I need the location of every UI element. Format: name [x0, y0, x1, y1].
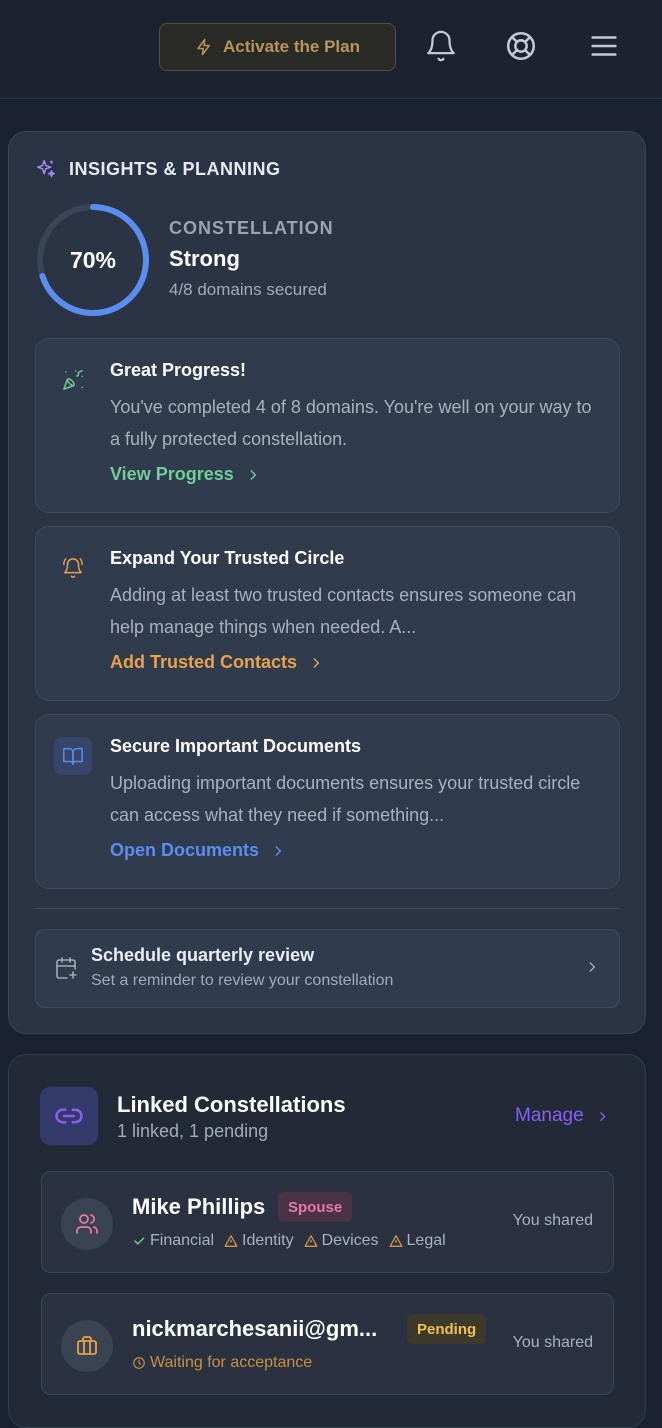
- tip-card-trusted-circle: Expand Your Trusted Circle Adding at lea…: [35, 526, 620, 701]
- domain-status: Devices: [304, 1232, 379, 1250]
- help-button[interactable]: [501, 26, 541, 66]
- manage-label: Manage: [515, 1105, 584, 1126]
- activate-plan-button[interactable]: Activate the Plan: [159, 23, 396, 71]
- tip-body: Adding at least two trusted contacts ens…: [110, 585, 577, 637]
- domain-status: Financial: [132, 1232, 214, 1250]
- waiting-indicator: Waiting for acceptance: [132, 1354, 312, 1372]
- linked-subtitle: 1 linked, 1 pending: [117, 1121, 269, 1141]
- domain-label: Legal: [406, 1232, 446, 1249]
- waiting-status: Waiting for acceptance: [132, 1354, 312, 1372]
- tip-title: Great Progress!: [110, 360, 247, 380]
- tip-icon-box: [54, 549, 92, 587]
- insights-title: INSIGHTS & PLANNING: [35, 158, 281, 180]
- insights-title-text: INSIGHTS & PLANNING: [69, 158, 281, 179]
- domain-label: Devices: [321, 1232, 379, 1249]
- linked-member-row[interactable]: Mike Phillips Spouse Financial Identity …: [41, 1171, 614, 1273]
- chevron-right-icon: [275, 845, 282, 856]
- schedule-review-button[interactable]: Schedule quarterly review Set a reminder…: [35, 929, 620, 1008]
- check-icon: [134, 1237, 145, 1245]
- tip-icon-box: [54, 361, 92, 399]
- add-trusted-contacts-label: Add Trusted Contacts: [110, 652, 298, 672]
- open-documents-label: Open Documents: [110, 840, 260, 860]
- lightning-icon: [197, 38, 210, 56]
- users-icon: [76, 1214, 98, 1234]
- chevron-right-icon: [250, 469, 257, 480]
- calendar-plus-icon: [56, 957, 77, 979]
- shared-status: You shared: [512, 1212, 593, 1229]
- linked-constellations-card: Linked Constellations 1 linked, 1 pendin…: [8, 1054, 646, 1428]
- add-trusted-contacts-link[interactable]: Add Trusted Contacts: [110, 652, 323, 673]
- view-progress-link[interactable]: View Progress: [110, 464, 260, 485]
- domains-secured: 4/8 domains secured: [169, 280, 327, 299]
- domain-label: Identity: [242, 1232, 294, 1249]
- tip-icon-box: [54, 737, 92, 775]
- pending-badge: Pending: [407, 1314, 487, 1344]
- sparkles-icon: [37, 160, 55, 178]
- activate-plan-label: Activate the Plan: [223, 37, 360, 56]
- domain-status: Identity: [224, 1232, 294, 1250]
- relationship-badge: Spouse: [278, 1192, 353, 1222]
- review-title: Schedule quarterly review: [91, 945, 315, 965]
- chevron-right-icon: [313, 657, 320, 668]
- tip-card-documents: Secure Important Documents Uploading imp…: [35, 714, 620, 889]
- tip-body: You've completed 4 of 8 domains. You're …: [110, 397, 592, 449]
- review-subtitle: Set a reminder to review your constellat…: [91, 972, 394, 989]
- warning-icon: [304, 1235, 318, 1247]
- link-icon: [55, 1108, 83, 1124]
- tip-body: Uploading important documents ensures yo…: [110, 773, 581, 825]
- constellation-label: CONSTELLATION: [169, 218, 334, 238]
- menu-icon: [591, 36, 617, 56]
- domain-status-list: Financial Identity Devices Legal: [132, 1232, 446, 1250]
- domain-label: Financial: [150, 1232, 215, 1249]
- waiting-label: Waiting for acceptance: [150, 1354, 313, 1371]
- avatar: [61, 1198, 113, 1250]
- menu-button[interactable]: [584, 26, 624, 66]
- chevron-right-icon: [589, 962, 596, 972]
- link-icon-box: [40, 1087, 98, 1145]
- tip-title: Expand Your Trusted Circle: [110, 548, 345, 568]
- notifications-button[interactable]: [421, 26, 461, 66]
- manage-link[interactable]: Manage: [515, 1105, 609, 1127]
- shared-status: You shared: [512, 1334, 593, 1351]
- member-name: Mike Phillips: [132, 1194, 266, 1219]
- linked-title: Linked Constellations: [117, 1092, 346, 1117]
- linked-member-row[interactable]: nickmarchesanii@gm... Pending Waiting fo…: [41, 1293, 614, 1395]
- briefcase-icon: [77, 1336, 97, 1355]
- open-documents-link[interactable]: Open Documents: [110, 840, 285, 861]
- avatar: [61, 1320, 113, 1372]
- member-name: nickmarchesanii@gm...: [132, 1316, 378, 1341]
- book-open-icon: [63, 747, 83, 765]
- view-progress-label: View Progress: [110, 464, 234, 484]
- clock-icon: [133, 1357, 145, 1369]
- domain-status: Legal: [389, 1232, 446, 1250]
- party-popper-icon: [63, 370, 83, 390]
- warning-icon: [224, 1235, 238, 1247]
- tip-card-progress: Great Progress! You've completed 4 of 8 …: [35, 338, 620, 513]
- warning-icon: [389, 1235, 402, 1247]
- divider: [35, 908, 620, 909]
- progress-percent: 70%: [69, 246, 117, 273]
- bell-icon: [427, 30, 455, 62]
- top-bar: Activate the Plan: [0, 0, 662, 99]
- tip-title: Secure Important Documents: [110, 736, 362, 756]
- insights-card: INSIGHTS & PLANNING 70% CONSTELLATION St…: [8, 131, 646, 1034]
- chevron-right-icon: [599, 1111, 606, 1121]
- bell-ring-icon: [63, 558, 83, 578]
- lifebuoy-icon: [506, 31, 536, 61]
- constellation-level: Strong: [169, 246, 240, 271]
